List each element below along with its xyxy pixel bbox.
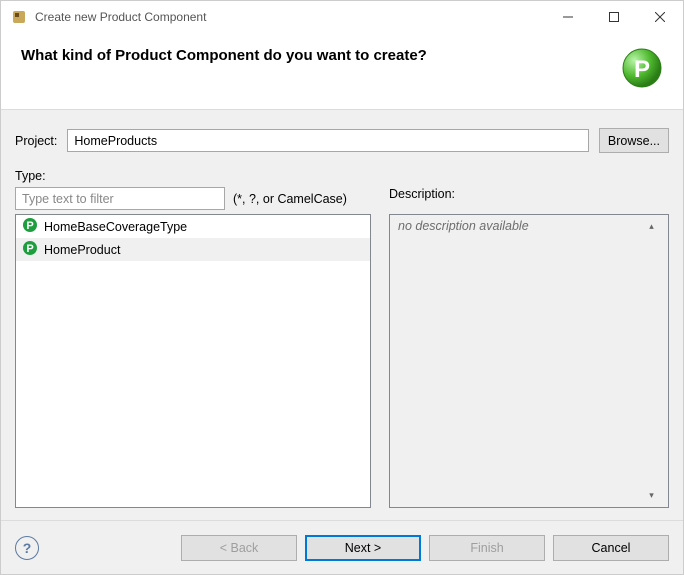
list-item-label: HomeBaseCoverageType <box>44 220 187 234</box>
list-item[interactable]: P HomeProduct <box>16 238 370 261</box>
scroll-up-icon: ▴ <box>649 221 654 232</box>
product-icon: P <box>621 47 663 89</box>
svg-text:P: P <box>26 220 33 232</box>
project-row: Project: Browse... <box>15 128 669 153</box>
wizard-body: Project: Browse... Type: (*, ?, or Camel… <box>1 109 683 520</box>
next-button[interactable]: Next > <box>305 535 421 561</box>
filter-row: (*, ?, or CamelCase) <box>15 187 371 210</box>
browse-button[interactable]: Browse... <box>599 128 669 153</box>
type-listbox[interactable]: P HomeBaseCoverageType P HomeProduct <box>15 214 371 508</box>
filter-hint: (*, ?, or CamelCase) <box>233 192 347 206</box>
cancel-button[interactable]: Cancel <box>553 535 669 561</box>
type-label: Type: <box>15 169 669 183</box>
description-box: no description available ▴ ▾ <box>389 214 669 508</box>
window-controls <box>545 1 683 33</box>
back-button[interactable]: < Back <box>181 535 297 561</box>
description-text: no description available <box>398 219 643 503</box>
type-filter-input[interactable] <box>15 187 225 210</box>
project-label: Project: <box>15 134 57 148</box>
type-controls: (*, ?, or CamelCase) Description: <box>15 187 669 210</box>
wizard-banner: What kind of Product Component do you wa… <box>1 33 683 109</box>
close-button[interactable] <box>637 1 683 33</box>
window-title: Create new Product Component <box>35 10 545 24</box>
project-input[interactable] <box>67 129 589 152</box>
list-item-label: HomeProduct <box>44 243 120 257</box>
svg-text:P: P <box>634 56 650 83</box>
product-type-icon: P <box>22 217 38 236</box>
scroll-down-icon: ▾ <box>649 490 654 501</box>
type-section: Type: (*, ?, or CamelCase) Description: … <box>15 169 669 508</box>
wizard-footer: ? < Back Next > Finish Cancel <box>1 520 683 574</box>
lists-row: P HomeBaseCoverageType P HomeProduct no des… <box>15 214 669 508</box>
app-icon <box>11 9 27 25</box>
svg-text:P: P <box>26 243 33 255</box>
titlebar: Create new Product Component <box>1 1 683 33</box>
product-type-icon: P <box>22 240 38 259</box>
wizard-heading: What kind of Product Component do you wa… <box>21 47 427 64</box>
list-item[interactable]: P HomeBaseCoverageType <box>16 215 370 238</box>
maximize-button[interactable] <box>591 1 637 33</box>
description-scrollbar[interactable]: ▴ ▾ <box>643 219 660 503</box>
minimize-button[interactable] <box>545 1 591 33</box>
description-label: Description: <box>389 187 669 201</box>
finish-button[interactable]: Finish <box>429 535 545 561</box>
help-icon[interactable]: ? <box>15 536 39 560</box>
